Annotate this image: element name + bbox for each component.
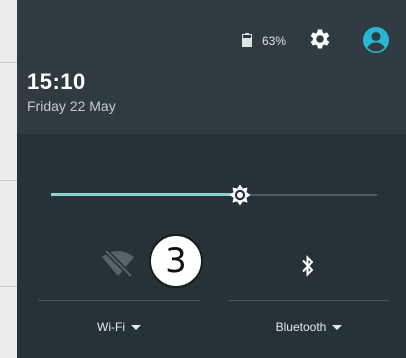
brightness-slider[interactable] xyxy=(51,184,377,206)
shade-header: 63% 15:10 Friday 22 May xyxy=(17,0,406,134)
tile-divider xyxy=(229,300,389,301)
step-number-badge: 3 xyxy=(149,234,203,288)
battery-percentage: 63% xyxy=(262,34,287,48)
battery-icon xyxy=(242,33,252,47)
bluetooth-tile[interactable]: Bluetooth xyxy=(229,246,389,346)
divider xyxy=(0,180,17,181)
clock-date: Friday 22 May xyxy=(27,98,116,114)
wifi-label-row[interactable]: Wi-Fi xyxy=(38,320,200,334)
gear-icon[interactable] xyxy=(307,26,333,52)
brightness-fill xyxy=(51,193,240,196)
account-avatar-icon[interactable] xyxy=(362,26,390,54)
bluetooth-label: Bluetooth xyxy=(275,320,327,334)
notification-shade: 63% 15:10 Friday 22 May Wi-Fi Bluetooth … xyxy=(17,0,406,358)
bluetooth-label-row[interactable]: Bluetooth xyxy=(229,320,389,334)
divider xyxy=(0,62,17,63)
wifi-off-icon[interactable] xyxy=(100,248,136,278)
background-page-edge xyxy=(0,0,18,358)
brightness-thumb-icon[interactable] xyxy=(226,181,254,209)
chevron-down-icon[interactable] xyxy=(332,325,343,331)
divider xyxy=(0,286,17,287)
clock-time: 15:10 xyxy=(27,69,86,94)
tile-divider xyxy=(38,300,200,301)
chevron-down-icon[interactable] xyxy=(130,325,141,331)
wifi-label: Wi-Fi xyxy=(97,320,125,334)
bluetooth-icon[interactable] xyxy=(300,254,316,278)
